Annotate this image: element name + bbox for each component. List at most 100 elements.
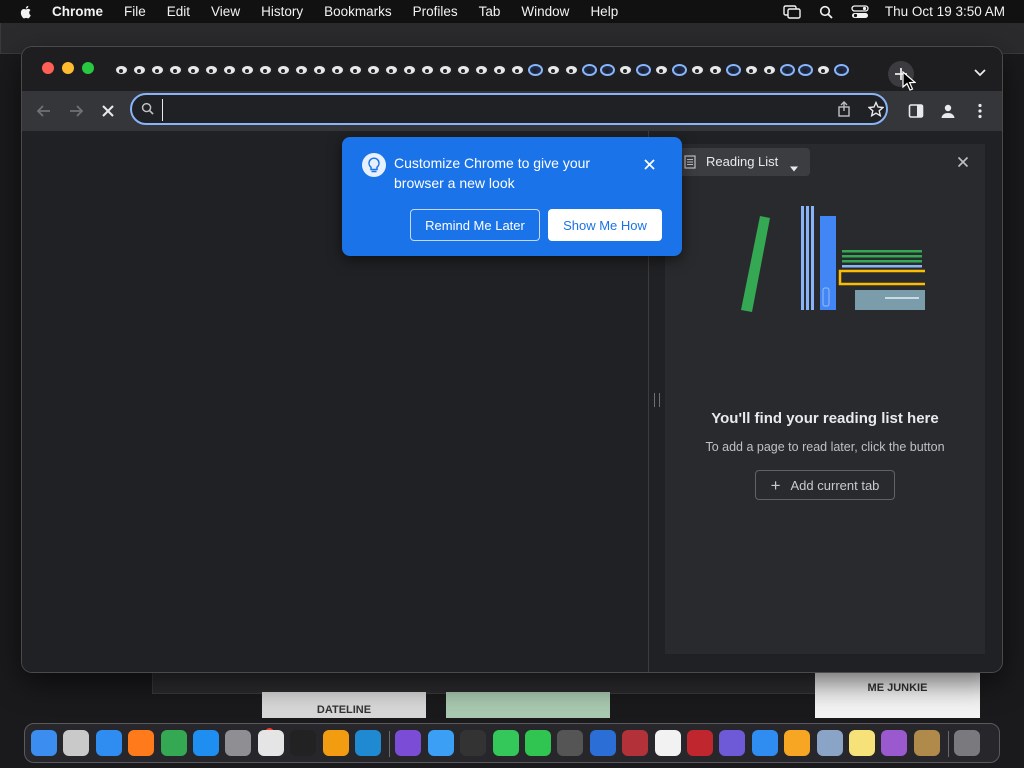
garageband-icon[interactable] [322, 730, 349, 756]
messages-icon[interactable] [492, 730, 519, 756]
bookmark-star-icon[interactable] [867, 100, 885, 122]
menu-profiles[interactable]: Profiles [413, 4, 458, 19]
menu-clock[interactable]: Thu Oct 19 3:50 AM [885, 4, 1005, 19]
pinned-tab[interactable] [240, 64, 255, 76]
remind-me-later-button[interactable]: Remind Me Later [410, 209, 540, 241]
control-center-icon[interactable] [851, 4, 869, 19]
pinned-tab[interactable] [330, 64, 345, 76]
pinned-tab[interactable] [600, 64, 615, 76]
pinned-tab[interactable] [834, 64, 849, 76]
address-bar[interactable] [130, 93, 888, 125]
pinned-tab[interactable] [168, 64, 183, 76]
pinned-tab[interactable] [258, 64, 273, 76]
pinned-tab[interactable] [852, 64, 854, 76]
chrome-menu-button[interactable] [968, 99, 992, 123]
pinned-tab[interactable] [546, 64, 561, 76]
launchpad-icon[interactable] [63, 730, 90, 756]
pinned-tab[interactable] [582, 64, 597, 76]
pinned-tab[interactable] [636, 64, 651, 76]
pinned-tab[interactable] [420, 64, 435, 76]
panel-selector-dropdown[interactable]: Reading List [675, 148, 810, 176]
menu-view[interactable]: View [211, 4, 240, 19]
address-input[interactable] [162, 99, 808, 121]
freeform-icon[interactable] [589, 730, 616, 756]
pinned-tab[interactable] [780, 64, 795, 76]
photo-booth-icon[interactable] [687, 730, 713, 756]
chrome-icon[interactable] [160, 730, 187, 756]
side-panel-resize-handle[interactable] [654, 393, 660, 407]
pinned-tab[interactable] [744, 64, 759, 76]
system-settings-icon[interactable] [225, 730, 252, 756]
podcasts-icon[interactable] [881, 730, 908, 756]
menu-app-name[interactable]: Chrome [52, 4, 103, 19]
dictionary-icon[interactable] [622, 730, 649, 756]
pinned-tab[interactable] [438, 64, 453, 76]
menu-bookmarks[interactable]: Bookmarks [324, 4, 392, 19]
pinned-tab[interactable] [114, 64, 129, 76]
finder-icon[interactable] [31, 730, 57, 756]
pinned-tab[interactable] [654, 64, 669, 76]
archive-icon[interactable] [913, 730, 940, 756]
pinned-tab[interactable] [816, 64, 831, 76]
pinned-tab[interactable] [150, 64, 165, 76]
pinned-tab[interactable] [204, 64, 219, 76]
show-me-how-button[interactable]: Show Me How [548, 209, 662, 241]
pinned-tab[interactable] [312, 64, 327, 76]
zoom-window-button[interactable] [82, 62, 94, 74]
back-button[interactable] [32, 99, 56, 123]
home-icon[interactable] [784, 730, 811, 756]
pinned-tab[interactable] [492, 64, 507, 76]
pinned-tab[interactable] [690, 64, 705, 76]
minimize-window-button[interactable] [62, 62, 74, 74]
trash-icon[interactable] [954, 730, 981, 756]
menu-history[interactable]: History [261, 4, 303, 19]
pinned-tab[interactable] [186, 64, 201, 76]
vscode-icon[interactable] [355, 730, 381, 756]
pinned-tab[interactable] [294, 64, 309, 76]
forward-button[interactable] [64, 99, 88, 123]
pinned-tab[interactable] [618, 64, 633, 76]
pinned-tab[interactable] [528, 64, 543, 76]
pinned-tab[interactable] [510, 64, 525, 76]
firefox-icon[interactable] [128, 730, 155, 756]
notes-icon[interactable] [849, 730, 875, 756]
close-window-button[interactable] [42, 62, 54, 74]
keynote-icon[interactable] [751, 730, 778, 756]
menu-help[interactable]: Help [590, 4, 618, 19]
pinned-tab[interactable] [708, 64, 723, 76]
pinned-tab[interactable] [474, 64, 489, 76]
menu-edit[interactable]: Edit [167, 4, 190, 19]
facetime-icon[interactable] [525, 730, 551, 756]
pinned-tab[interactable] [798, 64, 813, 76]
preview-icon[interactable] [816, 730, 843, 756]
apple-logo-icon[interactable] [18, 4, 34, 20]
profile-button[interactable] [936, 99, 960, 123]
cloud-app-icon[interactable] [427, 730, 454, 756]
pinned-tab[interactable] [726, 64, 741, 76]
visual-studio-icon[interactable] [395, 730, 422, 756]
safari-icon[interactable] [95, 730, 122, 756]
news-icon[interactable] [654, 730, 681, 756]
pinned-tab[interactable] [564, 64, 579, 76]
pinned-tab[interactable] [348, 64, 363, 76]
pinned-tab[interactable] [384, 64, 399, 76]
calculator-icon[interactable] [557, 730, 584, 756]
stop-loading-button[interactable] [96, 99, 120, 123]
side-panel-button[interactable] [904, 99, 928, 123]
menu-file[interactable]: File [124, 4, 146, 19]
pinned-tab[interactable] [132, 64, 147, 76]
spotlight-search-icon[interactable] [817, 5, 835, 19]
add-current-tab-button[interactable]: + Add current tab [755, 470, 895, 500]
pinned-tab[interactable] [366, 64, 381, 76]
pinned-tab[interactable] [456, 64, 471, 76]
pinned-tab[interactable] [276, 64, 291, 76]
voice-memos-icon[interactable] [460, 730, 487, 756]
close-bubble-button[interactable] [640, 155, 658, 173]
app-store-icon[interactable] [193, 730, 219, 756]
tab-search-button[interactable] [970, 63, 990, 83]
pinned-tab[interactable] [672, 64, 687, 76]
close-side-panel-button[interactable] [953, 152, 973, 172]
share-icon[interactable] [837, 101, 851, 122]
menu-tab[interactable]: Tab [479, 4, 501, 19]
pinned-tab[interactable] [402, 64, 417, 76]
